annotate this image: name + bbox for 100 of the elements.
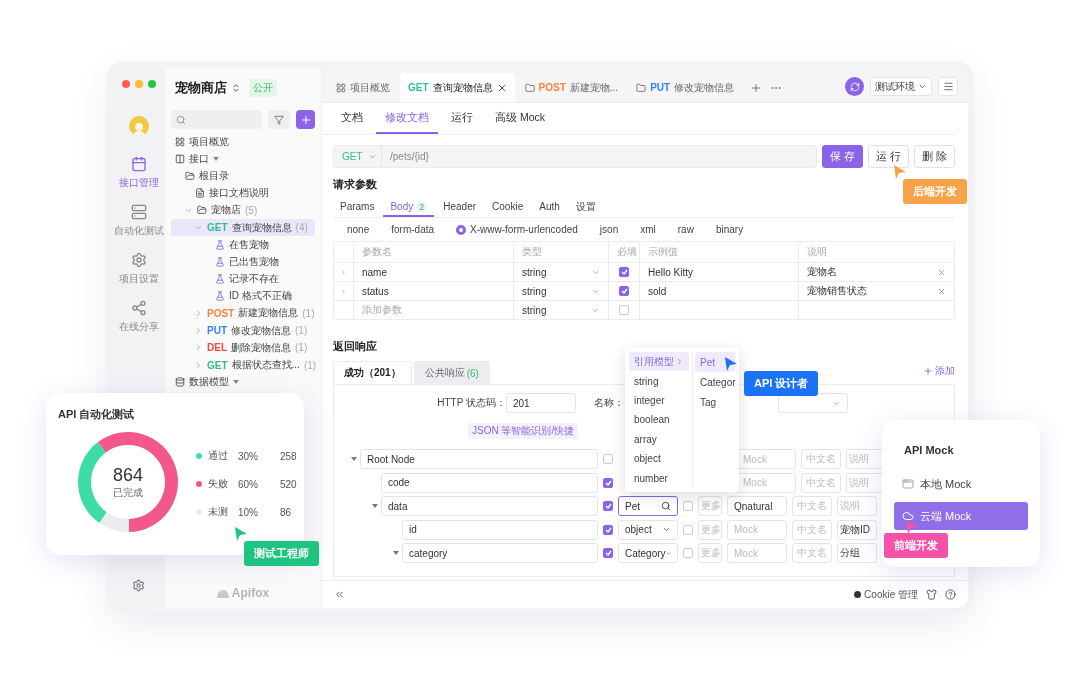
tree-item[interactable]: 宠物店 (5) <box>171 201 315 219</box>
tab[interactable]: Cookie <box>485 198 531 217</box>
tab[interactable]: 设置 <box>568 198 603 217</box>
body-type-option[interactable]: json <box>599 224 619 235</box>
tree-item[interactable]: 数据模型 <box>171 373 315 391</box>
action-button[interactable]: 删 除 <box>914 145 955 168</box>
tree-item[interactable]: 接口文档说明 <box>171 184 315 202</box>
tab[interactable]: PUT 修改宠物信息 <box>628 73 743 102</box>
tree-item[interactable]: POST 新建宠物信息 (1) <box>171 304 315 323</box>
tree-item[interactable]: DEL 删除宠物信息 (1) <box>171 339 315 357</box>
tab[interactable]: 修改文档 <box>376 103 438 134</box>
action-button[interactable]: 运 行 <box>868 145 909 168</box>
type-select[interactable]: string <box>513 301 608 319</box>
menu-item[interactable]: Categor <box>695 372 735 392</box>
add-tab-button[interactable] <box>750 82 763 94</box>
shirt-icon[interactable] <box>926 589 937 600</box>
required-checkbox[interactable] <box>619 286 629 296</box>
type-select[interactable]: string <box>513 282 608 300</box>
description-field[interactable]: 分组 <box>837 543 877 563</box>
help-icon[interactable] <box>945 589 956 600</box>
cookie-link[interactable]: Cookie 管理 <box>854 587 918 602</box>
search-field[interactable] <box>171 110 262 129</box>
body-type-option[interactable]: raw <box>677 224 694 235</box>
description-field[interactable]: 宠物ID <box>837 519 877 540</box>
name-field[interactable]: data <box>381 496 598 516</box>
tree-item[interactable]: 根目录 <box>171 167 315 185</box>
type-select[interactable]: string <box>513 263 608 281</box>
body-type-option[interactable]: form-data <box>391 224 435 235</box>
name-field[interactable]: id <box>402 519 598 540</box>
menu-item[interactable]: string <box>629 371 689 391</box>
maximize-button[interactable] <box>147 80 156 88</box>
name-field[interactable]: code <box>381 472 598 493</box>
close-icon[interactable] <box>496 82 507 93</box>
menu-item[interactable]: object <box>629 449 689 469</box>
menu-item[interactable]: Tag <box>695 392 735 412</box>
tree-item[interactable]: GET 根据状态查找... (1) <box>171 356 315 374</box>
caret-icon[interactable] <box>393 551 399 555</box>
tree-item[interactable]: 在售宠物 <box>171 236 315 254</box>
mock-option[interactable]: 云端 Mock <box>894 502 1028 530</box>
tab[interactable]: Params <box>333 198 382 217</box>
tab[interactable]: POST 新建宠物... <box>516 73 627 102</box>
caret-icon[interactable] <box>351 457 357 461</box>
tree-item[interactable]: 接口 <box>171 150 315 168</box>
tree-item[interactable]: 已出售宠物 <box>171 253 315 271</box>
name-field[interactable]: category <box>402 543 598 563</box>
body-type-option[interactable]: none <box>347 224 370 235</box>
nullable-checkbox[interactable] <box>683 501 693 511</box>
body-type-option[interactable]: binary <box>715 224 744 235</box>
type-select[interactable]: object <box>618 519 678 540</box>
menu-item[interactable]: boolean <box>629 410 689 430</box>
nullable-checkbox[interactable] <box>683 548 693 558</box>
tab[interactable]: 成功（201） <box>333 361 412 384</box>
tab[interactable]: 运行 <box>442 103 482 134</box>
tab[interactable]: 公共响应 (6) <box>413 361 490 384</box>
mock-field[interactable]: Qnatural <box>727 496 787 516</box>
tab[interactable]: Body 2 <box>383 198 435 217</box>
delete-icon[interactable] <box>937 286 946 296</box>
nav-item[interactable]: 接口管理 <box>118 156 159 190</box>
tree-item[interactable]: GET 查询宠物信息 (4) <box>171 218 315 237</box>
import-hint[interactable]: JSON 等智能识别/快捷 <box>468 423 579 439</box>
menu-item[interactable]: Pet <box>695 352 735 372</box>
menu-item[interactable]: integer <box>629 390 689 411</box>
tree-item[interactable]: ID 格式不正确 <box>171 287 315 305</box>
tree-item[interactable]: PUT 修改宠物信息 (1) <box>171 322 315 340</box>
required-checkbox[interactable] <box>603 548 613 558</box>
body-type-option[interactable]: xml <box>640 224 656 235</box>
tab[interactable]: GET 查询宠物信息 <box>400 73 515 102</box>
tree-item[interactable]: 项目概览 <box>171 133 315 151</box>
add-link[interactable]: 添加 <box>923 364 955 378</box>
menu-item[interactable]: number <box>629 468 689 488</box>
type-select[interactable]: Pet <box>618 496 678 516</box>
environment-select[interactable]: 测试环境 <box>870 77 932 96</box>
tab[interactable]: 高级 Mock <box>486 103 554 134</box>
required-checkbox[interactable] <box>619 305 629 315</box>
type-select[interactable]: Category <box>618 543 678 563</box>
add-button[interactable] <box>296 110 315 129</box>
switch-icon[interactable] <box>231 83 241 93</box>
required-checkbox[interactable] <box>603 501 613 511</box>
tab[interactable]: 文档 <box>332 103 372 134</box>
required-checkbox[interactable] <box>619 267 629 277</box>
tree-item[interactable]: 记录不存在 <box>171 270 315 288</box>
status-code-field[interactable]: 201 <box>506 393 576 413</box>
tab[interactable]: Header <box>436 198 484 217</box>
tab[interactable]: 项目概览 <box>328 73 398 102</box>
required-checkbox[interactable] <box>603 454 613 464</box>
menu-item[interactable]: 引用模型 <box>629 352 689 372</box>
required-checkbox[interactable] <box>603 524 613 535</box>
action-button[interactable]: 保 存 <box>822 145 863 168</box>
required-checkbox[interactable] <box>603 477 613 488</box>
menu-item[interactable]: array <box>629 429 689 450</box>
collapse-icon[interactable] <box>334 589 345 600</box>
nullable-checkbox[interactable] <box>683 524 693 535</box>
sync-button[interactable] <box>845 77 864 96</box>
name-field[interactable]: Root Node <box>360 449 598 469</box>
body-type-option[interactable]: X-www-form-urlencoded <box>456 224 578 235</box>
delete-icon[interactable] <box>937 267 946 277</box>
close-button[interactable] <box>121 80 130 88</box>
mock-option[interactable]: 本地 Mock <box>894 470 1028 498</box>
menu-button[interactable] <box>938 77 958 96</box>
settings-icon[interactable] <box>132 579 145 592</box>
